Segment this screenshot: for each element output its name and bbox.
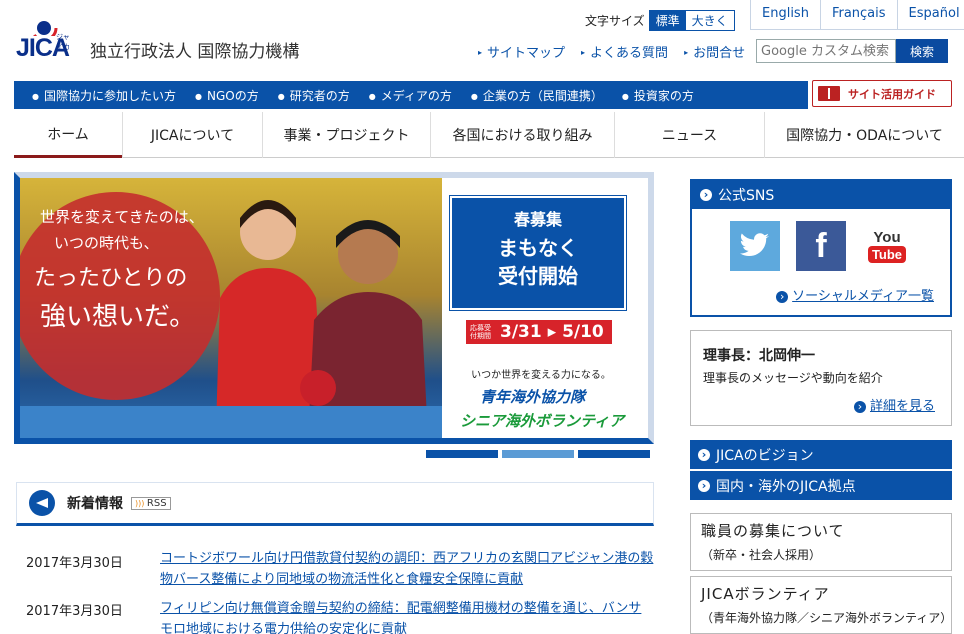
- megaphone-icon: [29, 490, 55, 516]
- recruit-box: 春募集 まもなく 受付開始: [449, 195, 627, 311]
- volunteer-subtitle: （青年海外協力隊／シニア海外ボランティア）: [701, 611, 953, 625]
- offices-link[interactable]: 国内・海外のJICA拠点: [690, 471, 952, 500]
- contact-link[interactable]: お問合せ: [684, 42, 745, 61]
- news-title: 新着情報: [67, 496, 123, 512]
- hero-banner[interactable]: 世界を変えてきたのは、 いつの時代も、 たったひとりの 強い想いだ。 春募集 ま…: [14, 172, 654, 444]
- vision-link[interactable]: JICAのビジョン: [690, 440, 952, 469]
- gnav-about[interactable]: JICAについて: [122, 112, 262, 158]
- org-name: 独立行政法人 国際協力機構: [90, 42, 300, 62]
- news-list: 2017年3月30日 コートジボワール向け円借款貸付契約の調印：西アフリカの玄関…: [26, 548, 656, 634]
- audience-media-link[interactable]: メディアの方: [369, 87, 452, 104]
- gnav-news[interactable]: ニュース: [614, 112, 764, 158]
- application-period: 応募受付期間 3/31 ▸ 5/10: [466, 320, 612, 344]
- news-link[interactable]: コートジボワール向け円借款貸付契約の調印：西アフリカの玄関口アビジャン港の穀物バ…: [160, 548, 654, 590]
- program-jocv: 青年海外協力隊: [480, 388, 586, 406]
- audience-companies-link[interactable]: 企業の方（民間連携）: [471, 87, 603, 104]
- audience-nav: 国際協力に参加したい方 NGOの方 研究者の方 メディアの方 企業の方（民間連携…: [14, 81, 808, 109]
- gnav-countries[interactable]: 各国における取り組み: [430, 112, 614, 158]
- hero-copy-line2: いつの時代も、: [54, 234, 159, 252]
- volunteer-link[interactable]: JICAボランティア （青年海外協力隊／シニア海外ボランティア）: [690, 576, 952, 634]
- faq-link[interactable]: よくある質問: [581, 42, 668, 61]
- global-nav: ホーム JICAについて 事業・プロジェクト 各国における取り組み ニュース 国…: [14, 112, 964, 158]
- search-button[interactable]: 検索: [896, 39, 948, 63]
- site-guide-label: サイト活用ガイド: [848, 87, 936, 101]
- news-date: 2017年3月30日: [26, 604, 123, 619]
- president-desc: 理事長のメッセージや動向を紹介: [703, 371, 883, 385]
- gnav-home[interactable]: ホーム: [14, 112, 122, 158]
- hero-copy-line1: 世界を変えてきたのは、: [40, 208, 204, 226]
- lang-french-link[interactable]: Français: [819, 0, 897, 29]
- news-item: 2017年3月30日 フィリピン向け無償資金贈与契約の締結：配電網整備用機材の整…: [26, 598, 656, 634]
- audience-researchers-link[interactable]: 研究者の方: [278, 87, 350, 104]
- site-search: 検索: [756, 39, 948, 63]
- recruitment-subtitle: （新卒・社会人採用）: [701, 548, 822, 562]
- utility-links: サイトマップ よくある質問 お問合せ: [478, 42, 745, 61]
- hero-tagline: いつか世界を変える力になる。: [471, 370, 611, 381]
- sitemap-link[interactable]: サイトマップ: [478, 42, 565, 61]
- audience-ngo-link[interactable]: NGOの方: [195, 87, 259, 104]
- recruit-season: 春募集: [513, 210, 562, 229]
- language-switcher: English Français Español: [750, 0, 964, 30]
- recruitment-link[interactable]: 職員の募集について （新卒・社会人採用）: [690, 513, 952, 571]
- slider-dot-active[interactable]: [502, 450, 574, 458]
- hero-copy-line4: 強い想いだ。: [40, 302, 196, 332]
- volunteer-title: JICAボランティア: [701, 585, 830, 603]
- font-size-standard-button[interactable]: 標準: [649, 11, 686, 30]
- rss-link[interactable]: RSS: [131, 496, 171, 510]
- slider-dot[interactable]: [578, 450, 650, 458]
- slider-dot[interactable]: [426, 450, 498, 458]
- gnav-projects[interactable]: 事業・プロジェクト: [262, 112, 430, 158]
- jica-logo[interactable]: JICA ジャイカ: [14, 14, 74, 66]
- gnav-oda[interactable]: 国際協力・ODAについて: [764, 112, 964, 158]
- program-senior: シニア海外ボランティア: [460, 412, 625, 430]
- table-tennis-table: [20, 406, 442, 438]
- slider-pager: [426, 450, 650, 458]
- font-size-label: 文字サイズ: [585, 14, 645, 28]
- news-date: 2017年3月30日: [26, 556, 123, 571]
- facebook-icon[interactable]: f: [796, 221, 846, 271]
- president-name: 理事長：北岡伸一: [703, 348, 815, 364]
- youtube-icon[interactable]: You Tube: [862, 221, 912, 271]
- recruit-headline1: まもなく: [498, 236, 578, 260]
- news-link[interactable]: フィリピン向け無償資金贈与契約の締結：配電網整備用機材の整備を通じ、バンサモロ地…: [160, 598, 654, 634]
- hero-copy-line3: たったひとりの: [34, 266, 188, 291]
- font-size-switcher: 文字サイズ 標準 大きく: [585, 10, 735, 31]
- period-dates: 3/31 ▸ 5/10: [500, 322, 604, 342]
- news-header: 新着情報 RSS: [16, 482, 654, 526]
- president-more-link[interactable]: 詳細を見る: [854, 395, 935, 414]
- official-sns-panel: 公式SNS f YouTube ソーシャルメディア一覧: [690, 179, 952, 317]
- recruitment-title: 職員の募集について: [701, 522, 845, 540]
- audience-investors-link[interactable]: 投資家の方: [622, 87, 694, 104]
- site-guide-button[interactable]: サイト活用ガイド: [812, 80, 952, 107]
- search-input[interactable]: [756, 39, 896, 63]
- period-label: 応募受付期間: [470, 324, 491, 340]
- recruit-headline2: 受付開始: [498, 264, 578, 288]
- sns-title: 公式SNS: [692, 181, 950, 209]
- student-figure-illustration: [300, 220, 428, 438]
- president-panel: 理事長：北岡伸一 理事長のメッセージや動向を紹介 詳細を見る: [690, 330, 952, 426]
- news-item: 2017年3月30日 コートジボワール向け円借款貸付契約の調印：西アフリカの玄関…: [26, 548, 656, 590]
- twitter-icon[interactable]: [730, 221, 780, 271]
- book-icon: [818, 86, 840, 101]
- font-size-large-button[interactable]: 大きく: [685, 11, 734, 30]
- sns-list-link[interactable]: ソーシャルメディア一覧: [776, 285, 934, 304]
- lang-spanish-link[interactable]: Español: [896, 0, 964, 29]
- logo-sub-text: ジャイカ: [56, 33, 70, 51]
- lang-english-link[interactable]: English: [751, 0, 820, 29]
- audience-participants-link[interactable]: 国際協力に参加したい方: [32, 87, 176, 104]
